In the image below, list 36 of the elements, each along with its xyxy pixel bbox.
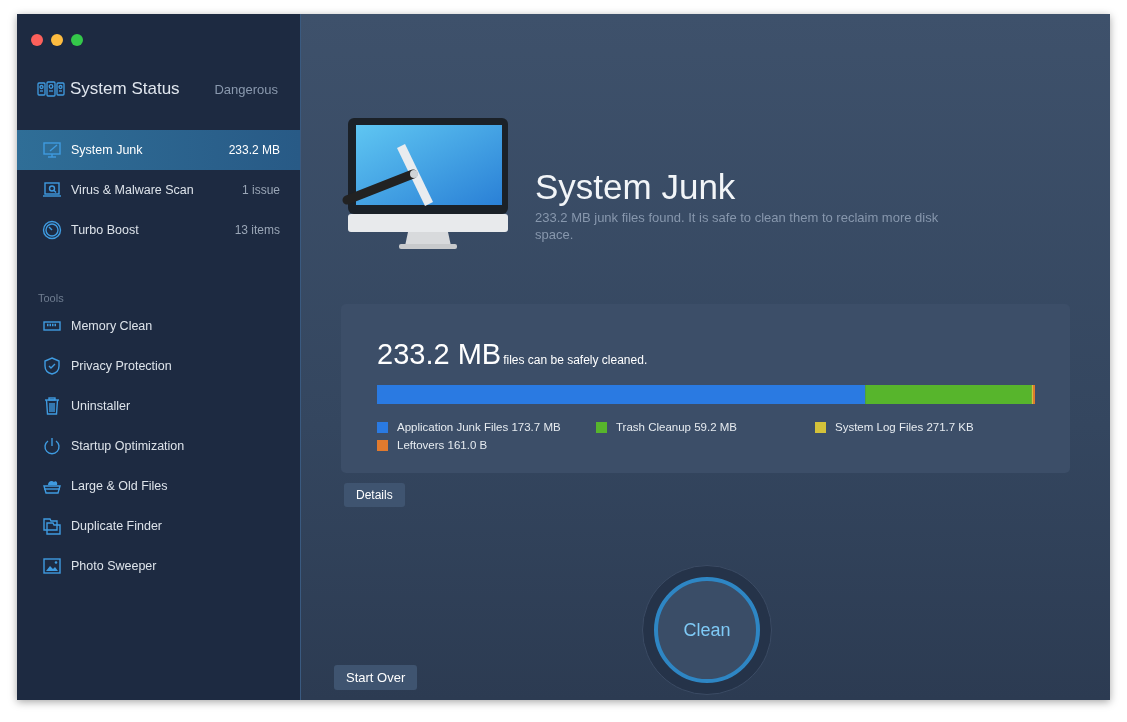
laptop-search-icon [42, 180, 62, 200]
sidebar-item[interactable]: Privacy Protection [17, 346, 300, 386]
gauge-icon [42, 220, 62, 240]
sidebar-item[interactable]: Large & Old Files [17, 466, 300, 506]
description: 233.2 MB junk files found. It is safe to clean them to reclaim more disk space. [535, 208, 940, 243]
sidebar-item[interactable]: Turbo Boost 13 items [17, 210, 300, 250]
legend-label: Leftovers 161.0 B [397, 439, 488, 451]
photo-icon [42, 556, 62, 576]
shield-icon [42, 356, 62, 376]
start-over-button[interactable]: Start Over [334, 665, 418, 690]
sidebar-item[interactable]: Memory Clean [17, 306, 300, 346]
sidebar-item[interactable]: Duplicate Finder [17, 506, 300, 546]
sidebar-item[interactable]: Startup Optimization [17, 426, 300, 466]
total-size: 233.2 MB [377, 338, 502, 371]
total-caption: files can be safely cleaned. [503, 353, 648, 367]
zoom-button[interactable] [71, 34, 83, 46]
status-icon [37, 81, 65, 97]
power-icon [42, 436, 62, 456]
details-button[interactable]: Details [344, 483, 405, 507]
sidebar-item[interactable]: Virus & Malware Scan 1 issue [17, 170, 300, 210]
section-heading: Tools [37, 291, 65, 306]
trash-icon [42, 396, 62, 416]
minimize-button[interactable] [51, 34, 63, 46]
sidebar-item[interactable]: System Junk 233.2 MB [17, 130, 300, 170]
legend-label: Trash Cleanup 59.2 MB [616, 421, 738, 433]
folders-icon [42, 516, 62, 536]
close-button[interactable] [31, 34, 43, 46]
clean-button[interactable]: Clean [654, 577, 760, 683]
sidebar-item[interactable]: Photo Sweeper [17, 546, 300, 586]
sidebar-item[interactable]: Uninstaller [17, 386, 300, 426]
page-title: System Junk [535, 168, 737, 207]
legend-label: System Log Files 271.7 KB [835, 421, 974, 433]
window-title: System Status [70, 79, 181, 99]
legend-label: Application Junk Files 173.7 MB [397, 421, 561, 433]
status-label: Dangerous [214, 81, 278, 97]
monitor-icon [42, 140, 62, 160]
